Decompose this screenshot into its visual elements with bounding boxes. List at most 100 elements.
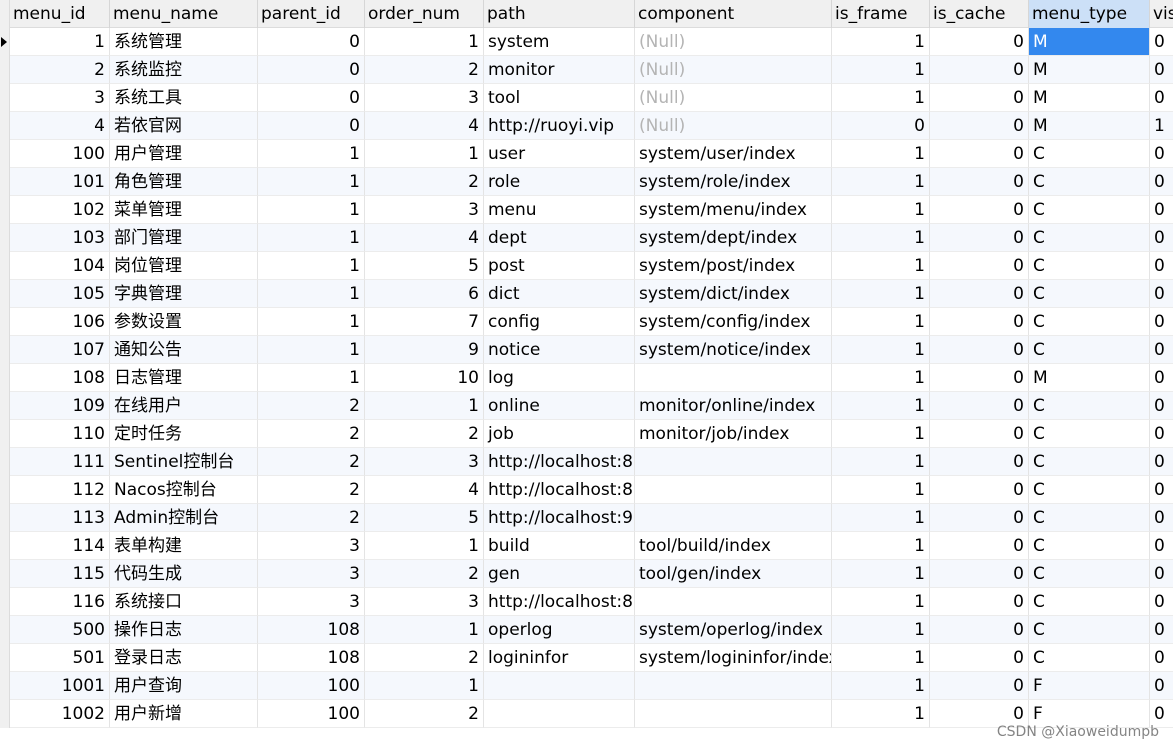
cell-menu_id[interactable]: 104 xyxy=(10,252,110,280)
cell-vis[interactable]: 0 xyxy=(1150,308,1173,336)
cell-component[interactable]: monitor/online/index xyxy=(635,392,832,420)
column-header-path[interactable]: path xyxy=(484,0,635,28)
cell-is_frame[interactable]: 1 xyxy=(832,532,930,560)
cell-menu_name[interactable]: 系统工具 xyxy=(110,84,258,112)
cell-menu_id[interactable]: 113 xyxy=(10,504,110,532)
table-row[interactable]: 103 部门管理 1 4 dept system/dept/index 1 0 C 0 xyxy=(0,224,1173,252)
cell-component[interactable] xyxy=(635,476,832,504)
cell-is_frame[interactable]: 1 xyxy=(832,476,930,504)
cell-order_num[interactable]: 3 xyxy=(365,196,484,224)
cell-component[interactable]: system/menu/index xyxy=(635,196,832,224)
cell-path[interactable]: notice xyxy=(484,336,635,364)
cell-path[interactable]: http://localhost:88 xyxy=(484,476,635,504)
cell-menu_name[interactable]: 定时任务 xyxy=(110,420,258,448)
row-indicator[interactable] xyxy=(0,364,10,392)
row-indicator[interactable] xyxy=(0,84,10,112)
cell-vis[interactable]: 1 xyxy=(1150,112,1173,140)
cell-order_num[interactable]: 1 xyxy=(365,616,484,644)
cell-menu_type[interactable]: C xyxy=(1029,252,1150,280)
cell-vis[interactable]: 0 xyxy=(1150,616,1173,644)
cell-vis[interactable]: 0 xyxy=(1150,560,1173,588)
cell-menu_name[interactable]: Admin控制台 xyxy=(110,504,258,532)
cell-menu_type[interactable]: M xyxy=(1029,84,1150,112)
cell-vis[interactable]: 0 xyxy=(1150,504,1173,532)
row-indicator[interactable] xyxy=(0,532,10,560)
cell-order_num[interactable]: 6 xyxy=(365,280,484,308)
cell-is_cache[interactable]: 0 xyxy=(930,672,1029,700)
cell-is_frame[interactable]: 1 xyxy=(832,364,930,392)
cell-order_num[interactable]: 2 xyxy=(365,700,484,728)
table-row[interactable]: 101 角色管理 1 2 role system/role/index 1 0 C 0 xyxy=(0,168,1173,196)
cell-menu_type[interactable]: M xyxy=(1029,28,1150,56)
column-header-is_cache[interactable]: is_cache xyxy=(930,0,1029,28)
column-header-parent_id[interactable]: parent_id xyxy=(258,0,365,28)
cell-menu_id[interactable]: 106 xyxy=(10,308,110,336)
table-row[interactable]: 104 岗位管理 1 5 post system/post/index 1 0 C 0 xyxy=(0,252,1173,280)
cell-is_cache[interactable]: 0 xyxy=(930,532,1029,560)
cell-menu_id[interactable]: 105 xyxy=(10,280,110,308)
table-row[interactable]: 501 登录日志 108 2 logininfor system/logininfor/i… xyxy=(0,644,1173,672)
cell-menu_id[interactable]: 4 xyxy=(10,112,110,140)
row-indicator[interactable] xyxy=(0,616,10,644)
cell-parent_id[interactable]: 108 xyxy=(258,644,365,672)
cell-vis[interactable]: 0 xyxy=(1150,672,1173,700)
cell-menu_name[interactable]: 菜单管理 xyxy=(110,196,258,224)
cell-parent_id[interactable]: 100 xyxy=(258,700,365,728)
cell-parent_id[interactable]: 1 xyxy=(258,252,365,280)
cell-menu_id[interactable]: 109 xyxy=(10,392,110,420)
cell-menu_type[interactable]: F xyxy=(1029,672,1150,700)
cell-parent_id[interactable]: 3 xyxy=(258,532,365,560)
cell-parent_id[interactable]: 108 xyxy=(258,616,365,644)
cell-vis[interactable]: 0 xyxy=(1150,448,1173,476)
cell-is_frame[interactable]: 1 xyxy=(832,56,930,84)
cell-is_cache[interactable]: 0 xyxy=(930,644,1029,672)
row-indicator[interactable] xyxy=(0,168,10,196)
row-indicator[interactable] xyxy=(0,140,10,168)
cell-component[interactable] xyxy=(635,672,832,700)
table-row[interactable]: 115 代码生成 3 2 gen tool/gen/index 1 0 C 0 xyxy=(0,560,1173,588)
cell-parent_id[interactable]: 0 xyxy=(258,84,365,112)
cell-parent_id[interactable]: 1 xyxy=(258,140,365,168)
row-indicator[interactable] xyxy=(0,224,10,252)
cell-path[interactable]: http://ruoyi.vip xyxy=(484,112,635,140)
cell-menu_type[interactable]: C xyxy=(1029,224,1150,252)
cell-order_num[interactable]: 2 xyxy=(365,644,484,672)
row-indicator[interactable] xyxy=(0,672,10,700)
cell-order_num[interactable]: 1 xyxy=(365,672,484,700)
cell-parent_id[interactable]: 2 xyxy=(258,476,365,504)
cell-menu_id[interactable]: 103 xyxy=(10,224,110,252)
cell-menu_type[interactable]: C xyxy=(1029,420,1150,448)
row-indicator[interactable] xyxy=(0,252,10,280)
column-header-order_num[interactable]: order_num xyxy=(365,0,484,28)
cell-component[interactable]: tool/build/index xyxy=(635,532,832,560)
cell-parent_id[interactable]: 1 xyxy=(258,224,365,252)
cell-is_frame[interactable]: 1 xyxy=(832,700,930,728)
cell-path[interactable]: log xyxy=(484,364,635,392)
cell-is_frame[interactable]: 1 xyxy=(832,448,930,476)
cell-menu_id[interactable]: 108 xyxy=(10,364,110,392)
data-grid[interactable]: menu_id menu_name parent_id order_num path co… xyxy=(0,0,1173,747)
cell-vis[interactable]: 0 xyxy=(1150,420,1173,448)
cell-menu_type[interactable]: C xyxy=(1029,448,1150,476)
cell-vis[interactable]: 0 xyxy=(1150,588,1173,616)
cell-component[interactable]: (Null) xyxy=(635,112,832,140)
cell-menu_name[interactable]: 部门管理 xyxy=(110,224,258,252)
cell-path[interactable]: monitor xyxy=(484,56,635,84)
cell-menu_name[interactable]: 岗位管理 xyxy=(110,252,258,280)
cell-order_num[interactable]: 9 xyxy=(365,336,484,364)
cell-menu_name[interactable]: Sentinel控制台 xyxy=(110,448,258,476)
cell-path[interactable]: dept xyxy=(484,224,635,252)
table-row[interactable]: 114 表单构建 3 1 build tool/build/index 1 0 C 0 xyxy=(0,532,1173,560)
column-header-menu_type[interactable]: menu_type xyxy=(1029,0,1150,28)
table-row[interactable]: 106 参数设置 1 7 config system/config/index 1 0 C 0 xyxy=(0,308,1173,336)
cell-is_cache[interactable]: 0 xyxy=(930,196,1029,224)
cell-order_num[interactable]: 2 xyxy=(365,560,484,588)
cell-menu_name[interactable]: 参数设置 xyxy=(110,308,258,336)
cell-parent_id[interactable]: 1 xyxy=(258,280,365,308)
cell-menu_id[interactable]: 3 xyxy=(10,84,110,112)
cell-menu_name[interactable]: 系统管理 xyxy=(110,28,258,56)
cell-order_num[interactable]: 2 xyxy=(365,168,484,196)
column-header-menu_name[interactable]: menu_name xyxy=(110,0,258,28)
table-row[interactable]: 1 系统管理 0 1 system (Null) 1 0 M 0 xyxy=(0,28,1173,56)
cell-is_cache[interactable]: 0 xyxy=(930,140,1029,168)
